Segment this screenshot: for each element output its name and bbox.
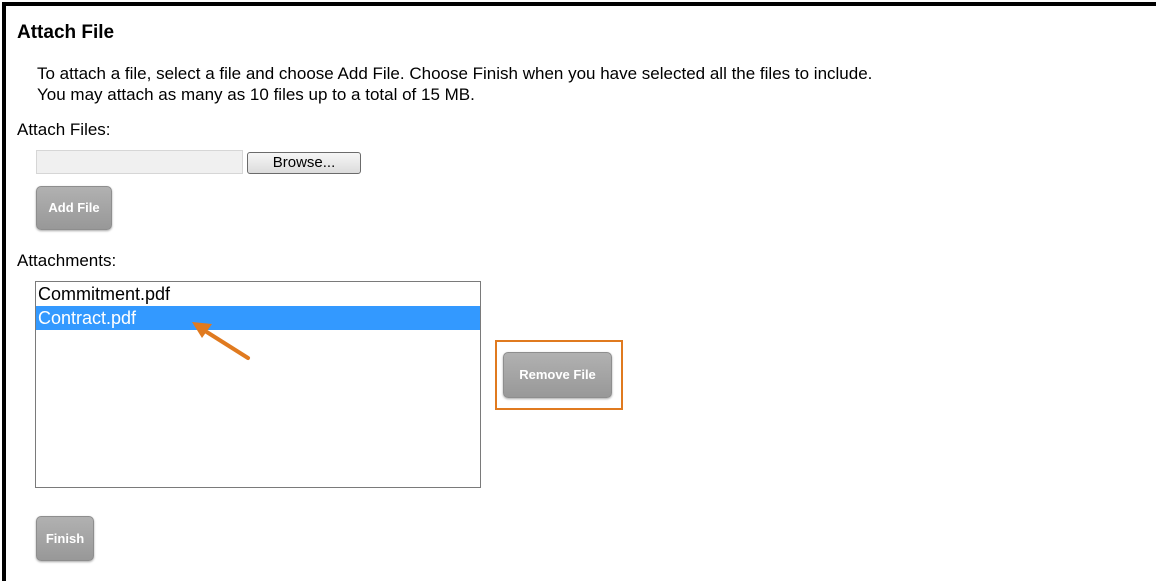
dialog-title: Attach File <box>17 22 115 43</box>
finish-button[interactable]: Finish <box>36 516 94 561</box>
add-file-button[interactable]: Add File <box>36 186 112 230</box>
attach-files-label: Attach Files: <box>17 120 111 139</box>
attachments-list[interactable]: Commitment.pdf Contract.pdf <box>35 281 481 488</box>
browse-button[interactable]: Browse... <box>247 152 361 174</box>
arrow-pointer-icon <box>192 322 250 360</box>
attachments-label: Attachments: <box>17 251 117 270</box>
attachment-item-contract[interactable]: Contract.pdf <box>36 306 480 330</box>
attachment-item-commitment[interactable]: Commitment.pdf <box>36 282 480 306</box>
file-path-input[interactable] <box>36 150 243 174</box>
instructions: To attach a file, select a file and choo… <box>37 63 872 105</box>
instructions-line-1: To attach a file, select a file and choo… <box>37 64 873 83</box>
remove-file-button[interactable]: Remove File <box>503 352 612 398</box>
instructions-line-2: You may attach as many as 10 files up to… <box>37 85 475 104</box>
